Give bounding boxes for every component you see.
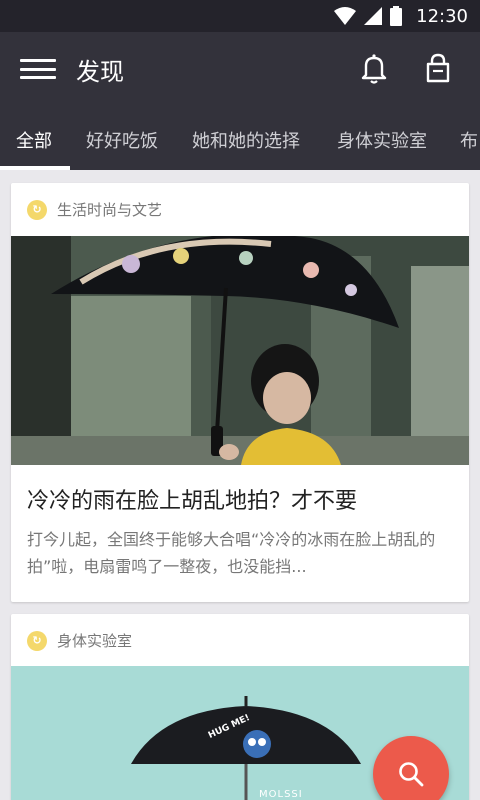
status-time: 12:30	[416, 5, 468, 27]
tab-eat-well[interactable]: 好好吃饭	[86, 106, 158, 170]
status-bar: 12:30	[0, 0, 480, 32]
wifi-icon	[334, 7, 357, 25]
tab-all[interactable]: 全部	[16, 106, 52, 170]
tab-her-choice[interactable]: 她和她的选择	[192, 106, 300, 170]
tab-indicator	[0, 166, 70, 170]
umbrella-brand-text: MOLSSI	[259, 789, 303, 800]
bell-icon[interactable]	[356, 50, 392, 86]
battery-icon	[390, 6, 403, 26]
category-label: 身体实验室	[57, 632, 133, 650]
status-icons: 12:30	[334, 0, 468, 32]
article-summary: 打今儿起，全国终于能够大合唱“冷冷的冰雨在脸上胡乱的拍”啦，电扇雷鸣了一整夜，也…	[27, 530, 436, 576]
category-icon: ↻	[27, 630, 47, 651]
article-title[interactable]: 冷冷的雨在脸上胡乱地拍？才不要	[27, 483, 357, 515]
feed-card[interactable]: ↻ 生活时尚与文艺 冷冷的雨在脸上胡乱地拍？才不要 打今儿起，全国终于能够大合唱…	[11, 183, 469, 602]
category-row[interactable]: ↻ 身体实验室	[27, 630, 132, 651]
category-row[interactable]: ↻ 生活时尚与文艺	[27, 199, 162, 220]
category-label: 生活时尚与文艺	[57, 201, 163, 219]
article-image[interactable]	[11, 236, 469, 465]
cell-signal-icon	[364, 7, 383, 25]
search-icon	[399, 762, 424, 787]
category-icon: ↻	[27, 199, 47, 220]
category-tabs: 全部 好好吃饭 她和她的选择 身体实验室 布	[0, 106, 480, 170]
tab-more[interactable]: 布	[460, 106, 478, 170]
page-title: 发现	[76, 58, 124, 86]
shopping-bag-icon[interactable]	[420, 50, 456, 86]
tab-body-lab[interactable]: 身体实验室	[337, 106, 427, 170]
app-bar: 发现	[0, 32, 480, 106]
menu-icon[interactable]	[18, 54, 58, 84]
